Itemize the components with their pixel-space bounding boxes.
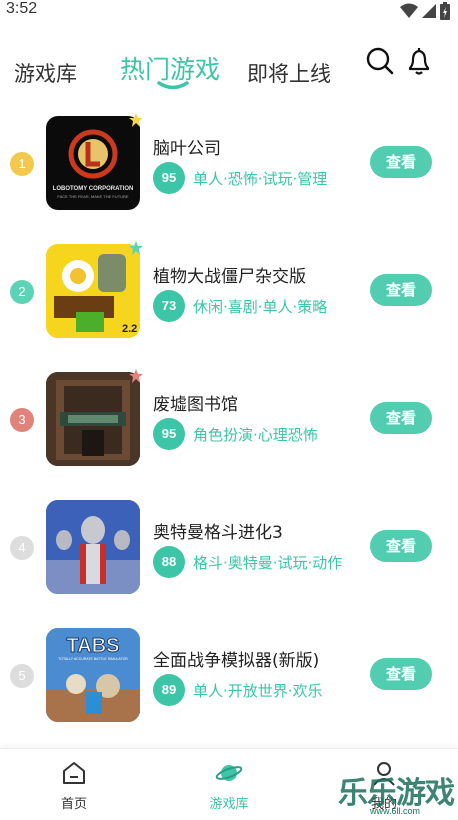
view-button[interactable]: 查看 — [370, 658, 432, 690]
view-button[interactable]: 查看 — [370, 402, 432, 434]
rank-badge: 3 — [10, 408, 34, 432]
game-title[interactable]: 废墟图书馆 — [153, 390, 238, 415]
signal-icon — [422, 4, 436, 18]
planet-icon — [215, 765, 243, 781]
status-icons — [400, 2, 450, 20]
game-item[interactable]: 4 奥特曼格斗进化3 88 格斗·奥特曼·试玩·动作 查看 — [0, 500, 458, 610]
status-time: 3:52 — [6, 0, 38, 17]
game-tags: 单人·开放世界·欢乐 — [193, 682, 323, 700]
game-tags: 休闲·喜剧·单人·策略 — [193, 298, 328, 316]
lobotomy-subtitle-text: FACE THE FEAR, MAKE THE FUTURE — [57, 194, 129, 199]
game-tags: 格斗·奥特曼·试玩·动作 — [193, 554, 343, 572]
tab-upcoming[interactable]: 即将上线 — [247, 58, 331, 88]
pvz-artwork: 2.2 — [46, 244, 140, 338]
bell-icon[interactable] — [404, 46, 434, 76]
game-tags: 单人·恐怖·试玩·管理 — [193, 170, 328, 188]
tabs-logo-text: TABS — [67, 635, 120, 657]
game-title[interactable]: 脑叶公司 — [153, 134, 221, 159]
nav-home[interactable]: 首页 — [34, 759, 114, 812]
rank-badge: 2 — [10, 280, 34, 304]
game-tags: 角色扮演·心理恐怖 — [193, 426, 318, 444]
leaf-corner-icon — [129, 241, 143, 255]
score-badge: 88 — [153, 546, 185, 578]
home-icon — [63, 762, 85, 784]
game-item[interactable]: 1 LOBOTOMY CORPORATION FACE THE FEAR, MA… — [0, 113, 458, 226]
nav-game-library[interactable]: 游戏库 — [189, 759, 269, 812]
tabs-subtitle-text: TOTALLY ACCURATE BATTLE SIMULATOR — [58, 657, 128, 661]
score-badge: 89 — [153, 674, 185, 706]
star-corner-icon — [129, 113, 143, 127]
nav-game-library-label: 游戏库 — [209, 797, 249, 812]
game-item[interactable]: 2 2.2 植物大战僵尸杂交版 73 休闲·喜剧·单人·策略 查看 — [0, 241, 458, 354]
game-title[interactable]: 奥特曼格斗进化3 — [153, 518, 283, 543]
game-item[interactable]: 3 废墟图书馆 95 角色扮演·心理恐怖 查看 — [0, 369, 458, 482]
ruina-artwork — [46, 372, 140, 466]
rank-badge: 1 — [10, 152, 34, 176]
tabs-artwork: TABS TOTALLY ACCURATE BATTLE SIMULATOR — [46, 628, 140, 722]
watermark: 乐乐游戏 www.6ll.com — [338, 768, 458, 820]
watermark-url: www.6ll.com — [370, 806, 421, 816]
view-button[interactable]: 查看 — [370, 146, 432, 178]
score-badge: 95 — [153, 418, 185, 450]
nav-home-label: 首页 — [60, 797, 87, 812]
search-icon[interactable] — [365, 46, 395, 76]
game-icon-pvz-hybrid[interactable]: 2.2 — [46, 244, 140, 338]
tab-library[interactable]: 游戏库 — [14, 58, 77, 88]
wifi-icon — [400, 3, 418, 18]
game-icon-tabs[interactable]: TABS TOTALLY ACCURATE BATTLE SIMULATOR — [46, 628, 140, 722]
rank-badge: 5 — [10, 664, 34, 688]
status-bar: 3:52 — [0, 0, 458, 24]
game-icon-ultraman-fighting-evolution[interactable] — [46, 500, 140, 594]
game-title[interactable]: 植物大战僵尸杂交版 — [153, 262, 306, 287]
pvz-version-text: 2.2 — [122, 323, 137, 335]
score-badge: 95 — [153, 162, 185, 194]
lobotomy-title-text: LOBOTOMY CORPORATION — [53, 186, 134, 192]
ultraman-artwork — [46, 500, 140, 594]
score-badge: 73 — [153, 290, 185, 322]
game-icon-library-of-ruina[interactable] — [46, 372, 140, 466]
view-button[interactable]: 查看 — [370, 530, 432, 562]
battery-icon — [440, 2, 450, 20]
game-item[interactable]: 5 TABS TOTALLY ACCURATE BATTLE SIMULATOR… — [0, 628, 458, 738]
rank-badge: 4 — [10, 536, 34, 560]
top-tabs: 游戏库 热门游戏 即将上线 — [0, 40, 458, 96]
game-title[interactable]: 全面战争模拟器(新版) — [153, 646, 319, 671]
view-button[interactable]: 查看 — [370, 274, 432, 306]
flame-corner-icon — [129, 369, 143, 383]
game-icon-lobotomy-corporation[interactable]: LOBOTOMY CORPORATION FACE THE FEAR, MAKE… — [46, 116, 140, 210]
lobotomy-logo: LOBOTOMY CORPORATION FACE THE FEAR, MAKE… — [53, 129, 134, 199]
tab-active-indicator — [157, 81, 189, 90]
